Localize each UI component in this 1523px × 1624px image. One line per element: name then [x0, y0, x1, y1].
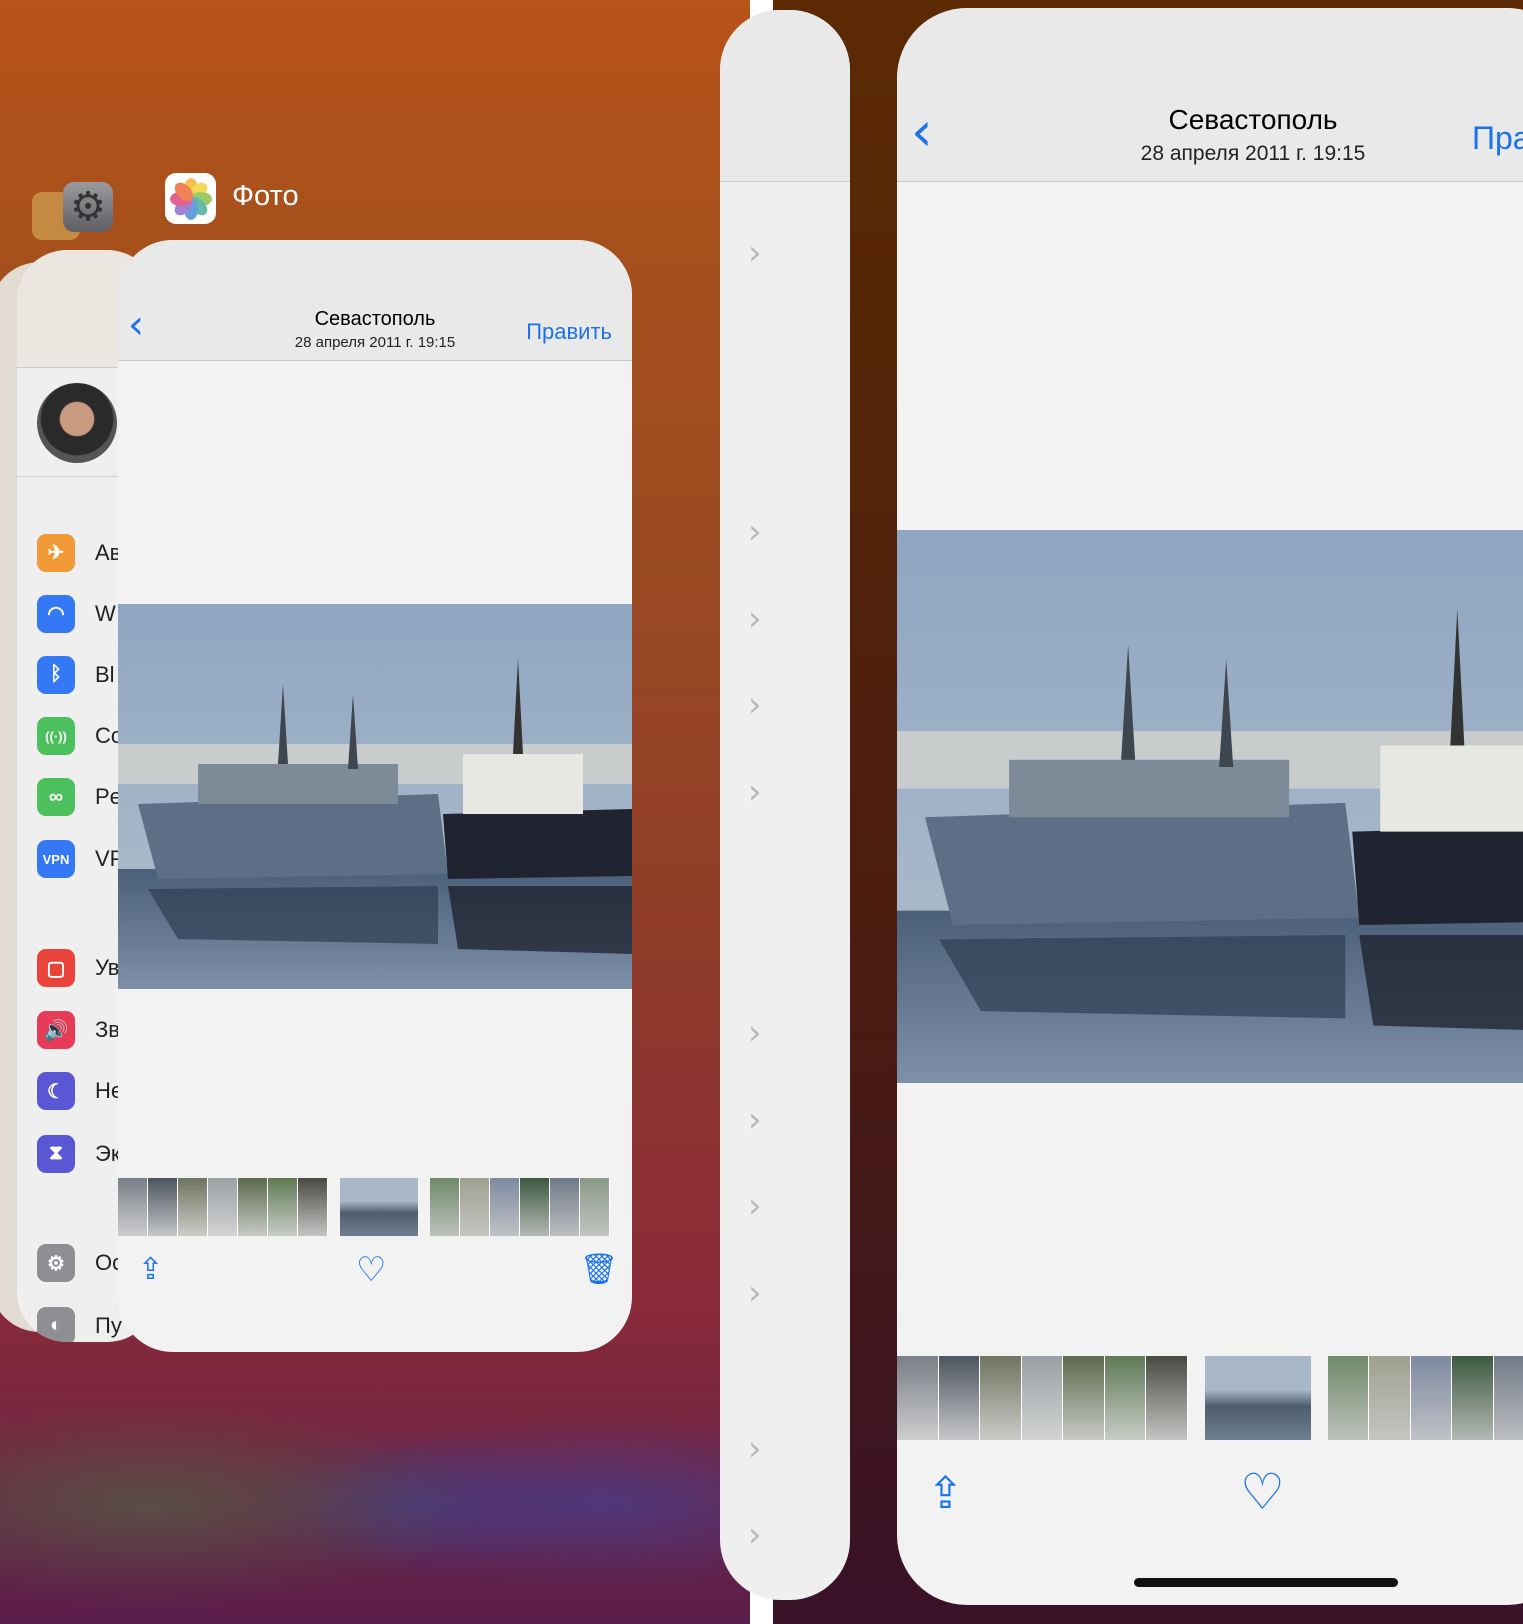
thumbnail[interactable] [118, 1178, 148, 1236]
thumbnail[interactable] [1452, 1356, 1494, 1440]
bluetooth-icon: ᛒ [37, 655, 75, 694]
thumbnail[interactable] [238, 1178, 268, 1236]
chevron-right-icon[interactable]: › [748, 512, 762, 552]
thumbnail[interactable] [1021, 1356, 1063, 1440]
thumbnail[interactable] [938, 1356, 980, 1440]
thumbnail[interactable] [580, 1178, 610, 1236]
airplane-icon: ✈ [37, 533, 75, 572]
thumbnail[interactable] [897, 1356, 939, 1440]
photo-image[interactable] [897, 530, 1523, 1083]
photos-flower-icon [169, 177, 212, 220]
photo-image[interactable] [118, 604, 632, 989]
heart-icon[interactable]: ♡ [1240, 1463, 1285, 1521]
photos-app-icon[interactable] [165, 173, 216, 224]
thumbnail[interactable] [1104, 1356, 1146, 1440]
chevron-right-icon[interactable]: › [748, 1100, 762, 1140]
chevron-right-icon[interactable]: › [748, 1273, 762, 1313]
toggles-icon: ◐ [37, 1306, 75, 1342]
chevron-right-icon[interactable]: › [748, 1429, 762, 1469]
photos-app-main[interactable]: ‹ Севастополь 28 апреля 2011 г. 19:15 Пр… [897, 8, 1523, 1605]
edit-button[interactable]: Править [526, 319, 612, 345]
thumbnail[interactable] [268, 1178, 298, 1236]
thumbnail[interactable] [178, 1178, 208, 1236]
thumbnail[interactable] [298, 1178, 328, 1236]
photo-date: 28 апреля 2011 г. 19:15 [1140, 142, 1366, 165]
chevron-right-icon[interactable]: › [748, 685, 762, 725]
photo-title: Севастополь [1168, 104, 1338, 135]
thumbnail-strip[interactable] [897, 1356, 1523, 1440]
thumbnail-selected[interactable] [1204, 1356, 1311, 1440]
share-icon[interactable]: ⇪ [138, 1252, 163, 1287]
nav-bar: ‹ Севастополь 28 апреля 2011 г. 19:15 Пр… [118, 240, 632, 361]
thumbnail[interactable] [460, 1178, 490, 1236]
hourglass-icon: ⧗ [37, 1134, 75, 1173]
chevron-right-icon[interactable]: › [748, 233, 762, 273]
thumbnail[interactable] [1063, 1356, 1105, 1440]
photos-app-card[interactable]: ‹ Севастополь 28 апреля 2011 г. 19:15 Пр… [118, 240, 632, 1352]
thumbnail[interactable] [208, 1178, 238, 1236]
settings-app-icon[interactable]: ⚙ [63, 182, 113, 232]
thumbnail[interactable] [1410, 1356, 1453, 1440]
chevron-right-icon[interactable]: › [748, 599, 762, 639]
app-switcher-label: Фото [232, 180, 299, 212]
nav-bar-right: ‹ Севастополь 28 апреля 2011 г. 19:15 Пр… [897, 8, 1523, 182]
thumbnail[interactable] [1493, 1356, 1523, 1440]
thumbnail[interactable] [550, 1178, 580, 1236]
heart-icon[interactable]: ♡ [356, 1250, 386, 1290]
share-icon[interactable]: ⇪ [927, 1468, 964, 1519]
thumbnail[interactable] [520, 1178, 550, 1236]
notifications-icon: ▢ [37, 949, 75, 988]
trash-icon[interactable]: 🗑 [580, 1252, 618, 1287]
chevron-right-icon[interactable]: › [748, 1515, 762, 1555]
thumbnail-selected[interactable] [340, 1178, 418, 1236]
thumbnail[interactable] [1369, 1356, 1411, 1440]
thumbnail[interactable] [1146, 1356, 1188, 1440]
thumbnail[interactable] [430, 1178, 460, 1236]
wifi-icon: ◠ [37, 594, 75, 633]
thumbnail[interactable] [980, 1356, 1022, 1440]
edit-button[interactable]: Пра [1472, 120, 1523, 157]
cellular-icon: ((·)) [37, 717, 75, 756]
thumbnail[interactable] [148, 1178, 178, 1236]
home-indicator[interactable] [1134, 1578, 1398, 1587]
thumbnail[interactable] [490, 1178, 520, 1236]
chevron-right-icon[interactable]: › [748, 1013, 762, 1053]
thumbnail[interactable] [1327, 1356, 1370, 1440]
sounds-icon: 🔊 [37, 1011, 75, 1050]
gear-icon: ⚙ [37, 1244, 75, 1283]
avatar[interactable] [37, 383, 117, 463]
thumbnail-strip[interactable] [118, 1178, 632, 1236]
moon-icon: ☾ [37, 1072, 75, 1111]
hotspot-icon: ∞ [37, 778, 75, 817]
vpn-icon: VPN [37, 840, 75, 879]
settings-app-card-right[interactable]: › › › › › › › › › › › [720, 10, 850, 1600]
chevron-right-icon[interactable]: › [748, 772, 762, 812]
chevron-right-icon[interactable]: › [748, 1186, 762, 1226]
